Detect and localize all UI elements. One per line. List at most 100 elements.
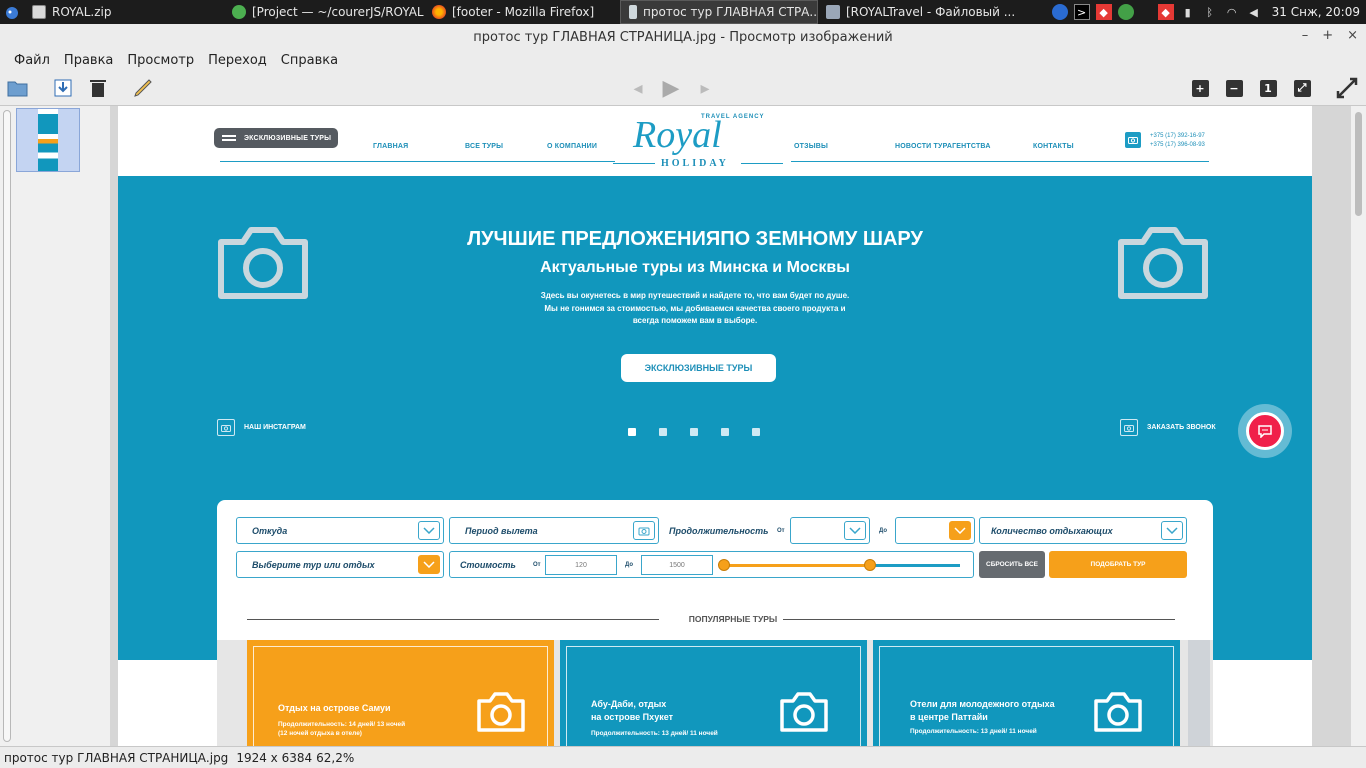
close-button[interactable]: ×	[1347, 28, 1358, 43]
tour-title-line: Отели для молодежного отдыха	[910, 699, 1055, 709]
wifi-icon[interactable]: ◠	[1224, 4, 1240, 20]
duration-from-field	[790, 517, 870, 544]
instagram-label: НАШ ИНСТАГРАМ	[244, 424, 306, 431]
price-slider	[718, 559, 960, 571]
instagram-camera-icon	[217, 419, 235, 436]
tour-duration-line: Продолжительность: 13 дней/ 11 ночей	[910, 728, 1037, 735]
zoom-in-button[interactable]: +	[1189, 77, 1211, 99]
task-label: [footer - Mozilla Firefox]	[452, 5, 595, 19]
menu-view[interactable]: Просмотр	[120, 53, 201, 68]
toolbar: ◂ ▶ ▸ + − 1 ⤢	[0, 70, 1366, 106]
guests-field: Количество отдыхающих	[979, 517, 1187, 544]
chat-bubble-icon	[1246, 412, 1284, 450]
hero-title: ЛУЧШИЕ ПРЕДЛОЖЕНИЯПО ЗЕМНОМУ ШАРУ	[467, 228, 923, 250]
window-title: протос тур ГЛАВНАЯ СТРАНИЦА.jpg - Просмо…	[473, 29, 893, 45]
zoom-100-button[interactable]: 1	[1257, 77, 1279, 99]
nav-news: НОВОСТИ ТУРАГЕНТСТВА	[895, 143, 991, 150]
image-canvas[interactable]: ЭКСКЛЮЗИВНЫЕ ТУРЫ ГЛАВНАЯ ВСЕ ТУРЫ О КОМ…	[110, 106, 1350, 746]
next-button[interactable]: ▸	[694, 77, 716, 99]
tour-duration-line: Продолжительность: 14 дней/ 13 ночей	[278, 721, 406, 728]
volume-icon[interactable]: ◀	[1246, 4, 1262, 20]
tour-card: Отдых на острове Самуи Продолжительность…	[247, 640, 554, 746]
window-titlebar: протос тур ГЛАВНАЯ СТРАНИЦА.jpg - Просмо…	[0, 24, 1366, 50]
task-editor[interactable]: [Project — ~/courerJS/ROYAL...	[224, 0, 424, 24]
task-file-manager[interactable]: [ROYALTravel - Файловый ...	[818, 0, 1014, 24]
tour-duration: Продолжительность: 14 дней/ 13 ночей (12…	[278, 720, 405, 738]
phone-1: +375 (17) 392-16-97	[1150, 133, 1205, 139]
chevron-down-icon	[1161, 521, 1183, 540]
zoom-fit-button[interactable]: ⤢	[1291, 77, 1313, 99]
maximize-button[interactable]: +	[1322, 28, 1333, 43]
play-icon: ▶	[662, 75, 680, 101]
period-label: Период вылета	[465, 525, 538, 536]
price-label: Стоимость	[460, 559, 516, 570]
chevron-down-icon	[949, 521, 971, 540]
start-menu-button[interactable]	[0, 0, 24, 24]
status-zoom: 62,2%	[316, 750, 355, 765]
git-icon-2[interactable]: ◆	[1157, 4, 1174, 20]
zoom-out-button[interactable]: −	[1223, 77, 1245, 99]
bluetooth-icon[interactable]: ᛒ	[1202, 4, 1218, 20]
menu-file[interactable]: Файл	[7, 53, 57, 68]
tour-type-field: Выберите тур или отдых	[236, 551, 444, 578]
hero-desc-line: Здесь вы окунетесь в мир путешествий и н…	[540, 291, 850, 300]
task-label: ROYAL.zip	[52, 5, 112, 19]
play-slideshow-button[interactable]: ▶	[660, 75, 682, 101]
thumbnail-item[interactable]	[16, 108, 80, 172]
thumbnail-scrollbar[interactable]	[3, 110, 11, 742]
scrollbar-thumb[interactable]	[1355, 112, 1362, 216]
task-firefox[interactable]: [footer - Mozilla Firefox]	[424, 0, 620, 24]
slider-dots	[628, 428, 760, 436]
vertical-scrollbar[interactable]	[1351, 106, 1366, 746]
nav-about: О КОМПАНИИ	[547, 143, 598, 150]
zoom-in-icon: +	[1191, 79, 1209, 97]
task-archive[interactable]: ROYAL.zip	[24, 0, 224, 24]
guests-label: Количество отдыхающих	[991, 525, 1113, 536]
calendar-camera-icon	[633, 521, 655, 540]
taskbar: ROYAL.zip [Project — ~/courerJS/ROYAL...…	[0, 0, 1366, 24]
hero-subtitle: Актуальные туры из Минска и Москвы	[540, 259, 850, 276]
statusbar: протос тур ГЛАВНАЯ СТРАНИЦА.jpg 1924 x 6…	[0, 746, 1366, 768]
save-button[interactable]	[52, 77, 74, 99]
terminal-icon[interactable]: >	[1073, 4, 1090, 20]
nav-underline-right	[791, 161, 1209, 162]
menu-help[interactable]: Справка	[274, 53, 345, 68]
minimize-button[interactable]: –	[1302, 28, 1309, 43]
hero-exclusive-button: ЭКСКЛЮЗИВНЫЕ ТУРЫ	[621, 354, 776, 382]
callback-label: ЗАКАЗАТЬ ЗВОНОК	[1147, 424, 1216, 431]
menubar: Файл Правка Просмотр Переход Справка	[0, 50, 1366, 70]
task-label: [ROYALTravel - Файловый ...	[846, 5, 1014, 19]
tour-card: Отели для молодежного отдыха в центре Па…	[873, 640, 1180, 746]
previous-button[interactable]: ◂	[627, 77, 649, 99]
battery-icon[interactable]: ▮	[1180, 4, 1196, 20]
fullscreen-icon	[1336, 77, 1358, 99]
tour-title-line: в центре Паттайи	[910, 712, 988, 722]
tour-title-line: Абу-Даби, отдых	[591, 699, 667, 709]
hamburger-icon	[222, 135, 236, 141]
nav-reviews: ОТЗЫВЫ	[794, 143, 829, 150]
update-icon[interactable]	[1117, 4, 1134, 20]
chat-button	[1238, 404, 1292, 458]
fullscreen-button[interactable]	[1336, 77, 1358, 99]
exclusive-tours-pill: ЭКСКЛЮЗИВНЫЕ ТУРЫ	[214, 128, 338, 148]
menu-edit[interactable]: Правка	[57, 53, 120, 68]
nav-home: ГЛАВНАЯ	[373, 143, 409, 150]
chevron-down-icon	[418, 555, 440, 574]
popular-divider-left	[247, 619, 659, 620]
git-icon[interactable]: ◆	[1095, 4, 1112, 20]
delete-button[interactable]	[87, 77, 109, 99]
nav-all-tours: ВСЕ ТУРЫ	[465, 143, 504, 150]
edit-button[interactable]	[132, 77, 154, 99]
open-button[interactable]	[7, 77, 29, 99]
clock[interactable]: 31 Снж, 20:09	[1272, 5, 1360, 19]
slider-dot	[752, 428, 760, 436]
arrow-left-icon: ◂	[633, 77, 643, 99]
network-globe-icon[interactable]	[1051, 4, 1068, 20]
royal-holiday-logo: Royal TRAVEL AGENCY HOLIDAY	[613, 110, 783, 172]
task-image-viewer[interactable]: протос тур ГЛАВНАЯ СТРА...	[620, 0, 818, 24]
price-to-label: До	[625, 562, 634, 568]
thumbnail-image	[38, 109, 58, 171]
archive-icon	[32, 5, 46, 19]
menu-go[interactable]: Переход	[201, 53, 274, 68]
from-label: Откуда	[252, 525, 288, 536]
